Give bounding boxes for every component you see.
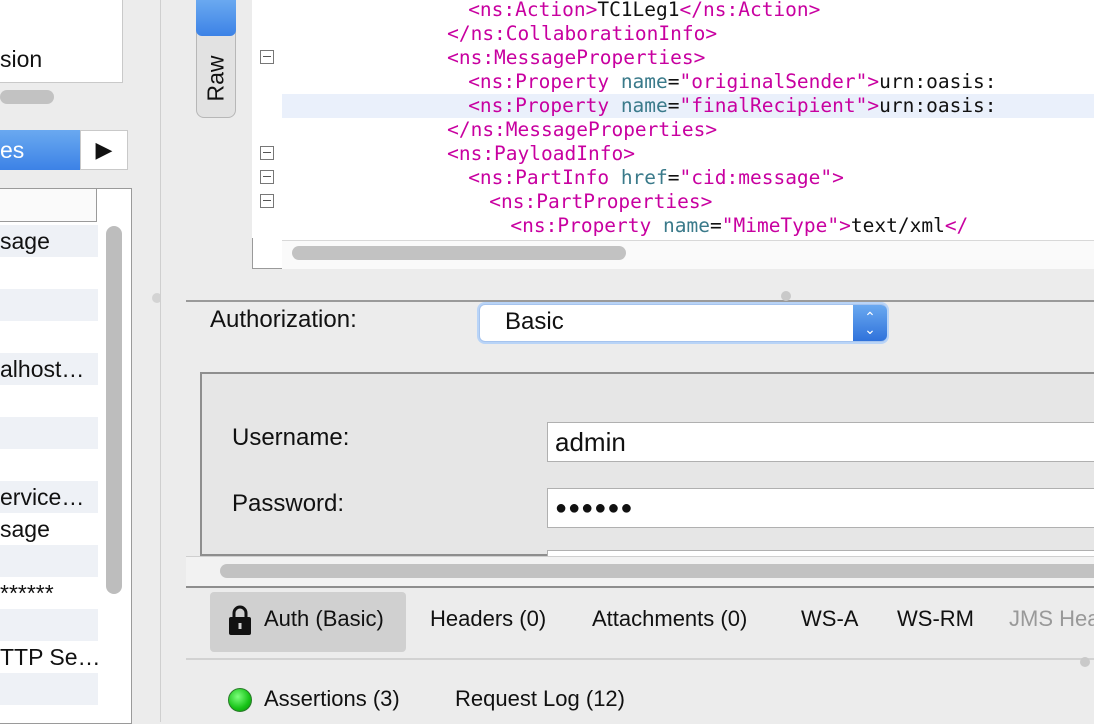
property-row[interactable]: sage: [0, 513, 98, 545]
xml-view-tab[interactable]: [196, 0, 236, 36]
code-line[interactable]: <ns:Property name="finalRecipient">urn:o…: [468, 94, 996, 118]
tab-request-log[interactable]: Request Log (12): [455, 686, 625, 712]
fold-collapse-icon[interactable]: [260, 146, 274, 160]
properties-tab-label: es: [0, 137, 25, 163]
splitter-handle[interactable]: [1080, 657, 1090, 667]
code-token: =: [667, 94, 680, 117]
navigator-horizontal-scrollbar[interactable]: [0, 90, 54, 104]
code-line[interactable]: <ns:PayloadInfo>: [447, 142, 635, 166]
authorization-selected-value[interactable]: Basic: [505, 308, 564, 336]
code-line[interactable]: <ns:PartProperties>: [489, 190, 712, 214]
tree-item-label[interactable]: sion: [0, 46, 42, 73]
raw-tab-label-wrap: Raw: [198, 44, 234, 112]
code-token: <ns:PayloadInfo>: [447, 142, 635, 165]
tab-assertions[interactable]: Assertions (3): [264, 686, 400, 712]
code-token: </ns:Action>: [679, 0, 821, 21]
property-row[interactable]: ervice…: [0, 481, 98, 513]
code-token: >: [839, 214, 851, 237]
code-token: text/xml: [850, 214, 945, 237]
property-row[interactable]: [0, 257, 98, 289]
property-row[interactable]: [0, 609, 98, 641]
property-row[interactable]: [0, 321, 98, 353]
code-token: <ns:MessageProperties>: [447, 46, 706, 69]
code-token: =: [667, 70, 680, 93]
property-row[interactable]: [0, 449, 98, 481]
tab-ws-rm[interactable]: WS-RM: [897, 606, 974, 632]
pane-divider[interactable]: [160, 0, 187, 722]
code-token: </ns:MessageProperties>: [447, 118, 718, 141]
code-line[interactable]: <ns:PartInfo href="cid:message">: [468, 166, 844, 190]
code-token: TC1Leg1: [597, 0, 680, 21]
code-line[interactable]: <ns:Property name="MimeType">text/xml</: [510, 214, 968, 238]
code-token: =: [667, 166, 680, 189]
property-row[interactable]: alhost…: [0, 353, 98, 385]
tab-attachments[interactable]: Attachments (0): [592, 606, 747, 632]
fold-collapse-icon[interactable]: [260, 194, 274, 208]
code-line[interactable]: </ns:MessageProperties>: [447, 118, 717, 142]
code-token: name: [620, 94, 668, 117]
properties-tab[interactable]: es: [0, 130, 80, 170]
password-field[interactable]: ●●●●●●: [547, 488, 1094, 528]
split-divider[interactable]: [186, 300, 1094, 302]
editor-horizontal-scrollbar[interactable]: [292, 246, 626, 260]
basic-auth-panel: [200, 372, 1094, 556]
property-row[interactable]: [0, 545, 98, 577]
code-token: <ns:Property: [468, 70, 621, 93]
fold-collapse-icon[interactable]: [260, 170, 274, 184]
code-token: urn:oasis:: [879, 70, 997, 93]
property-row[interactable]: [0, 705, 98, 723]
splitter-handle[interactable]: [781, 291, 791, 301]
code-token: <ns:Action>: [468, 0, 598, 21]
property-row[interactable]: [0, 385, 98, 417]
code-token: "MimeType": [721, 214, 840, 237]
fold-collapse-icon[interactable]: [260, 50, 274, 64]
code-token: name: [620, 70, 668, 93]
code-token: </ns:CollaborationInfo>: [447, 22, 718, 45]
property-row[interactable]: sage: [0, 225, 98, 257]
code-token: >: [832, 166, 844, 189]
tab-jms-headers[interactable]: JMS Hea: [1009, 606, 1094, 632]
code-line[interactable]: <ns:Property name="originalSender">urn:o…: [468, 70, 996, 94]
code-line[interactable]: <ns:MessageProperties>: [447, 46, 705, 70]
code-token: "finalRecipient": [679, 94, 868, 117]
property-row[interactable]: TTP Se…: [0, 641, 98, 673]
properties-expand-button[interactable]: ▶: [80, 130, 128, 170]
properties-vertical-scrollbar[interactable]: [106, 226, 122, 594]
code-token: "originalSender": [679, 70, 868, 93]
username-field[interactable]: admin: [547, 422, 1094, 462]
tab-auth-label[interactable]: Auth (Basic): [264, 606, 384, 632]
code-token: <ns:Property: [510, 214, 664, 237]
properties-table-header[interactable]: [0, 189, 97, 222]
code-token: >: [867, 70, 880, 93]
tab-headers[interactable]: Headers (0): [430, 606, 546, 632]
property-row[interactable]: [0, 289, 98, 321]
lock-icon: [229, 605, 251, 635]
code-token: urn:oasis:: [879, 94, 997, 117]
code-token: <ns:PartProperties>: [489, 190, 713, 213]
code-token: name: [663, 214, 710, 237]
authorization-label: Authorization:: [210, 306, 357, 333]
code-token: </: [944, 214, 969, 237]
tab-ws-a[interactable]: WS-A: [801, 606, 858, 632]
code-token: <ns:PartInfo: [468, 166, 621, 189]
play-arrow-icon: ▶: [95, 137, 113, 162]
select-stepper-icon[interactable]: ⌃ ⌄: [853, 305, 887, 341]
code-token: "cid:message": [679, 166, 833, 189]
password-label: Password:: [232, 490, 345, 517]
raw-tab-label: Raw: [202, 54, 229, 102]
auth-horizontal-scrollbar[interactable]: [220, 564, 1094, 578]
code-line[interactable]: </ns:CollaborationInfo>: [447, 22, 717, 46]
property-row[interactable]: [0, 673, 98, 705]
username-label: Username:: [232, 424, 350, 451]
code-token: =: [709, 214, 722, 237]
code-token: <ns:Property: [468, 94, 621, 117]
status-led-icon: [228, 688, 252, 712]
code-token: >: [867, 94, 880, 117]
code-line[interactable]: <ns:Action>TC1Leg1</ns:Action>: [468, 0, 820, 22]
property-row[interactable]: ******: [0, 577, 98, 609]
property-row[interactable]: [0, 417, 98, 449]
code-token: href: [620, 166, 668, 189]
